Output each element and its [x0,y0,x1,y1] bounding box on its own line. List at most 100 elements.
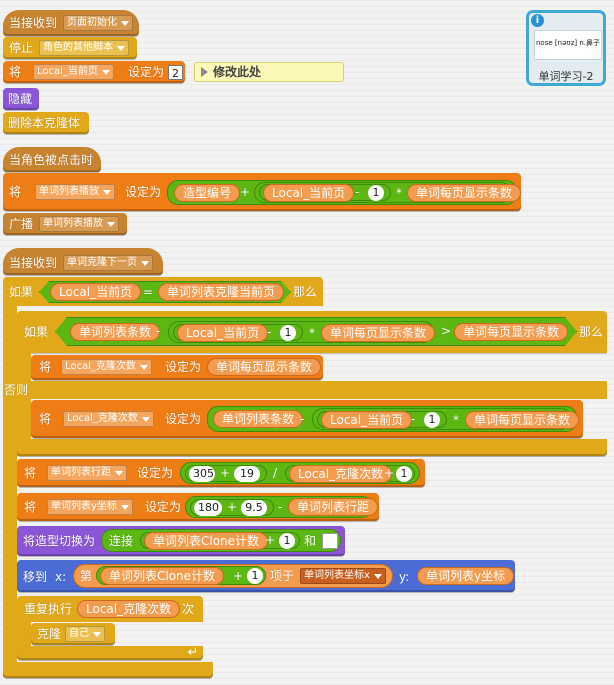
local-page-reporter[interactable]: Local_当前页 [177,324,268,342]
variable-dropdown[interactable]: Local_克隆次数 [61,359,152,375]
row-gap-reporter[interactable]: 单词列表行距 [288,498,379,516]
if-label: 如果 [24,325,49,339]
number-input[interactable]: 1 [396,466,412,482]
y-coord-reporter[interactable]: 单词列表y坐标 [417,567,515,585]
number-input[interactable]: 1 [280,325,296,341]
message-dropdown[interactable]: 单词克隆下一页 [63,255,153,271]
number-input[interactable]: 19 [234,466,260,482]
clone-target-dropdown[interactable]: 自己 [65,626,105,642]
item-label: 第 [80,569,93,583]
multiply-operator[interactable]: Local_当前页 - 1 * 单词每页显示条数 [168,321,434,343]
set-y-coord-block[interactable]: 将 单词列表y坐标 设定为 180 + 9.5 - 单词列表行距 [17,493,379,521]
stop-option-dropdown[interactable]: 角色的其他脚本 [39,40,129,56]
clone-times-reporter[interactable]: Local_克隆次数 [77,600,181,618]
then-label: 那么 [579,325,604,339]
clone-times-reporter[interactable]: Local_克隆次数 [289,465,393,483]
set-clone-times-block[interactable]: 将 Local_克隆次数 设定为 单词每页显示条数 [31,355,323,380]
variable-dropdown[interactable]: 单词列表y坐标 [47,499,133,515]
broadcast-block[interactable]: 广播 单词列表播放 [3,213,127,235]
add-operator[interactable]: 单词列表Clone计数 + 1 [96,566,266,585]
set-clone-times-else-block[interactable]: 将 Local_克隆次数 设定为 单词列表条数 - Local_当前页 - 1 … [31,400,583,438]
clone-count-reporter[interactable]: 单词列表Clone计数 [144,532,269,550]
hat-when-receive-next-page[interactable]: 当接收到 单词克隆下一页 [3,248,163,275]
add-operator[interactable]: Local_克隆次数 + 1 [285,465,415,483]
hide-block[interactable]: 隐藏 [3,88,39,110]
text-input[interactable] [322,533,338,549]
number-input[interactable]: 1 [368,185,384,201]
hat-label: 当接收到 [9,16,58,30]
local-page-reporter[interactable]: Local_当前页 [50,283,141,301]
per-page-reporter[interactable]: 单词每页显示条数 [407,184,522,202]
per-page-reporter[interactable]: 单词每页显示条数 [465,411,580,429]
set-to-label: 设定为 [165,412,202,426]
sprite-thumbnail: nose [nəʊz] n.鼻子 [534,30,602,60]
variable-dropdown[interactable]: Local_克隆次数 [63,411,154,427]
list-dropdown[interactable]: 单词列表坐标x [300,568,386,584]
subtract-operator[interactable]: 单词列表条数 - Local_当前页 - 1 * 单词每页显示条数 [207,406,580,432]
per-page-reporter[interactable]: 单词每页显示条数 [207,358,322,376]
list-item-reporter[interactable]: 第 单词列表Clone计数 + 1 项于 单词列表坐标x [73,564,393,588]
switch-costume-block[interactable]: 将造型切换为 连接 单词列表Clone计数 + 1 和 [17,526,345,556]
number-input[interactable]: 1 [424,412,440,428]
number-input[interactable]: 180 [194,500,222,516]
equals-condition[interactable]: Local_当前页 = 单词列表克隆当前页 [39,281,291,303]
multiply-sign: * [396,186,402,200]
set-label: 将 [24,466,37,480]
greater-than-condition[interactable]: 单词列表条数 - Local_当前页 - 1 * 单词每页显示条数 > 单词每页… [55,317,577,346]
per-page-reporter[interactable]: 单词每页显示条数 [321,324,435,342]
number-input[interactable]: 1 [247,568,263,584]
join-operator[interactable]: 连接 单词列表Clone计数 + 1 和 [101,529,341,552]
hat-label: 当接收到 [9,256,58,270]
goto-xy-block[interactable]: 移到 x: 第 单词列表Clone计数 + 1 项于 单词列表坐标x y: 单词… [17,560,515,592]
multiply-operator[interactable]: Local_当前页 - 1 * 单词每页显示条数 [254,182,522,203]
list-count-reporter[interactable]: 单词列表条数 [213,410,304,428]
subtract-operator[interactable]: Local_当前页 - 1 [259,184,391,202]
add-operator[interactable]: 单词列表Clone计数 + 1 [140,532,300,550]
local-page-reporter[interactable]: Local_当前页 [263,184,355,202]
sprite-panel[interactable]: i nose [nəʊz] n.鼻子 单词学习-2 [526,10,606,86]
clone-count-reporter[interactable]: 单词列表Clone计数 [100,567,225,585]
list-count-reporter[interactable]: 单词列表条数 [70,323,160,341]
broadcast-dropdown[interactable]: 单词列表播放 [39,216,119,232]
add-operator[interactable]: 造型编号 + Local_当前页 - 1 * 单词每页显示条数 [167,180,522,205]
divide-operator[interactable]: 305 + 19 / Local_克隆次数 + 1 [180,462,420,484]
hat-when-receive-init[interactable]: 当接收到 页面初始化 [3,10,139,36]
local-page-reporter[interactable]: Local_当前页 [321,411,413,429]
value-input[interactable]: 2 [168,65,183,80]
message-dropdown[interactable]: 页面初始化 [63,15,133,31]
number-input[interactable]: 305 [189,466,215,482]
outer-if-block[interactable]: 如果 Local_当前页 = 单词列表克隆当前页 那么 [3,277,323,306]
delete-clone-block[interactable]: 删除本克隆体 [3,112,89,134]
clone-block[interactable]: 克隆 自己 [31,623,115,645]
stop-block[interactable]: 停止 角色的其他脚本 [3,37,137,59]
clone-current-page-reporter[interactable]: 单词列表克隆当前页 [158,283,284,301]
repeat-block[interactable]: 重复执行 Local_克隆次数 次 [17,596,203,622]
info-icon[interactable]: i [531,14,544,27]
y-label: y: [399,570,410,584]
variable-dropdown[interactable]: 单词列表行距 [47,465,127,481]
subtract-operator[interactable]: Local_当前页 - 1 [317,411,447,429]
add-operator[interactable]: 305 + 19 [185,465,267,482]
switch-costume-label: 将造型切换为 [23,534,96,548]
plus-sign: + [265,533,276,547]
number-input[interactable]: 9.5 [241,500,267,516]
set-variable-block[interactable]: 将 Local_当前页 设定为 2 [3,61,185,83]
else-bar: 否则 [4,381,607,399]
per-page-reporter[interactable]: 单词每页显示条数 [454,323,568,341]
loop-arrow-icon: ↵ [187,645,199,660]
set-row-gap-block[interactable]: 将 单词列表行距 设定为 305 + 19 / Local_克隆次数 + 1 [17,459,425,487]
multiply-sign: * [309,326,315,340]
comment-note[interactable]: 修改此处 [194,62,344,82]
variable-dropdown[interactable]: Local_当前页 [33,64,114,80]
variable-dropdown[interactable]: 单词列表播放 [35,184,115,200]
subtract-operator[interactable]: 180 + 9.5 - 单词列表行距 [185,496,379,518]
costume-number-reporter[interactable]: 造型编号 [174,184,241,202]
inner-if-block[interactable]: 如果 单词列表条数 - Local_当前页 - 1 * 单词每页显示条数 > 单… [17,311,607,353]
hat-when-sprite-clicked[interactable]: 当角色被点击时 [3,147,101,172]
multiply-operator[interactable]: Local_当前页 - 1 * 单词每页显示条数 [312,408,580,430]
number-input[interactable]: 1 [279,533,295,549]
subtract-operator[interactable]: Local_当前页 - 1 [173,324,303,341]
set-label: 将 [39,412,52,426]
set-list-play-block[interactable]: 将 单词列表播放 设定为 造型编号 + Local_当前页 - 1 * 单词每页… [3,173,522,211]
add-operator[interactable]: 180 + 9.5 [190,499,274,516]
